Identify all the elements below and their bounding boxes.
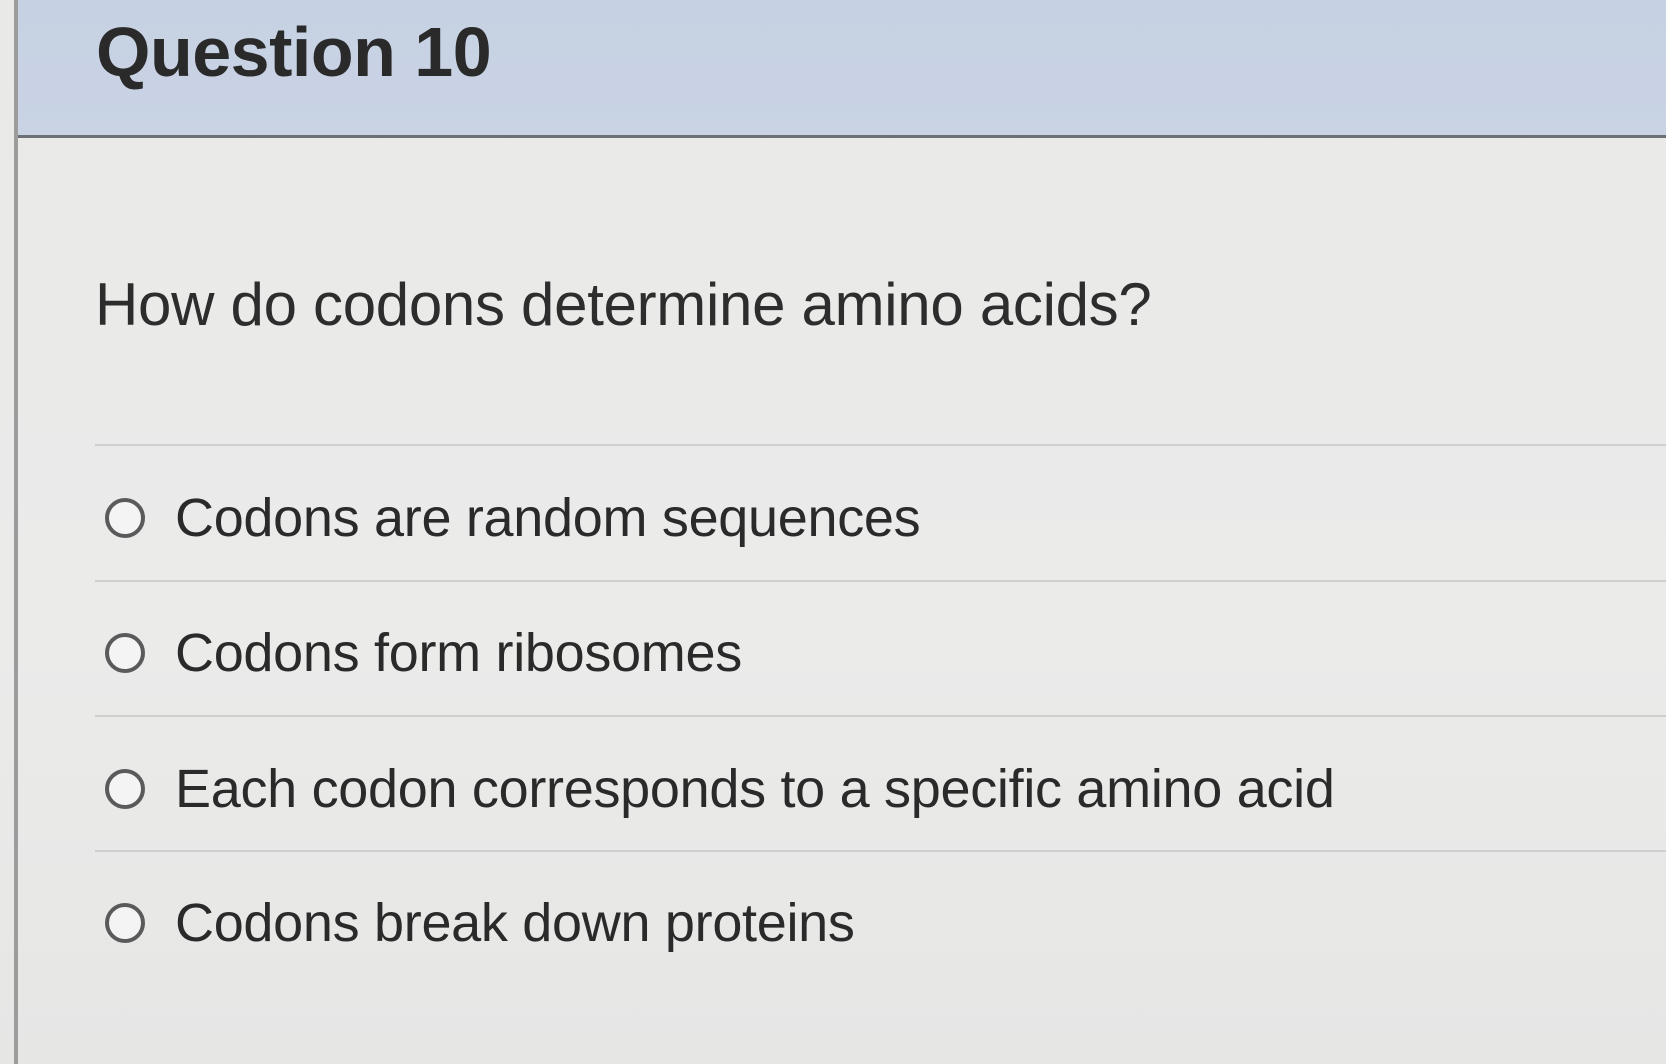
divider bbox=[95, 444, 1666, 446]
divider bbox=[95, 715, 1666, 717]
radio-button[interactable] bbox=[105, 498, 145, 538]
question-header: Question 10 bbox=[18, 0, 1666, 138]
question-title: Question 10 bbox=[96, 13, 492, 91]
answer-option-label: Codons form ribosomes bbox=[175, 623, 742, 683]
answer-option[interactable]: Codons are random sequences bbox=[105, 478, 1505, 558]
left-border bbox=[14, 0, 18, 1064]
quiz-page: Question 10 How do codons determine amin… bbox=[0, 0, 1666, 1064]
radio-button[interactable] bbox=[105, 769, 145, 809]
answer-option[interactable]: Each codon corresponds to a specific ami… bbox=[105, 749, 1505, 829]
answer-option-label: Each codon corresponds to a specific ami… bbox=[175, 759, 1335, 819]
answer-option[interactable]: Codons break down proteins bbox=[105, 883, 1505, 963]
question-prompt: How do codons determine amino acids? bbox=[95, 271, 1152, 338]
radio-button[interactable] bbox=[105, 633, 145, 673]
answer-option-label: Codons are random sequences bbox=[175, 488, 921, 548]
answer-option[interactable]: Codons form ribosomes bbox=[105, 613, 1505, 693]
radio-button[interactable] bbox=[105, 903, 145, 943]
divider bbox=[95, 580, 1666, 582]
divider bbox=[95, 850, 1666, 852]
answer-option-label: Codons break down proteins bbox=[175, 893, 855, 953]
